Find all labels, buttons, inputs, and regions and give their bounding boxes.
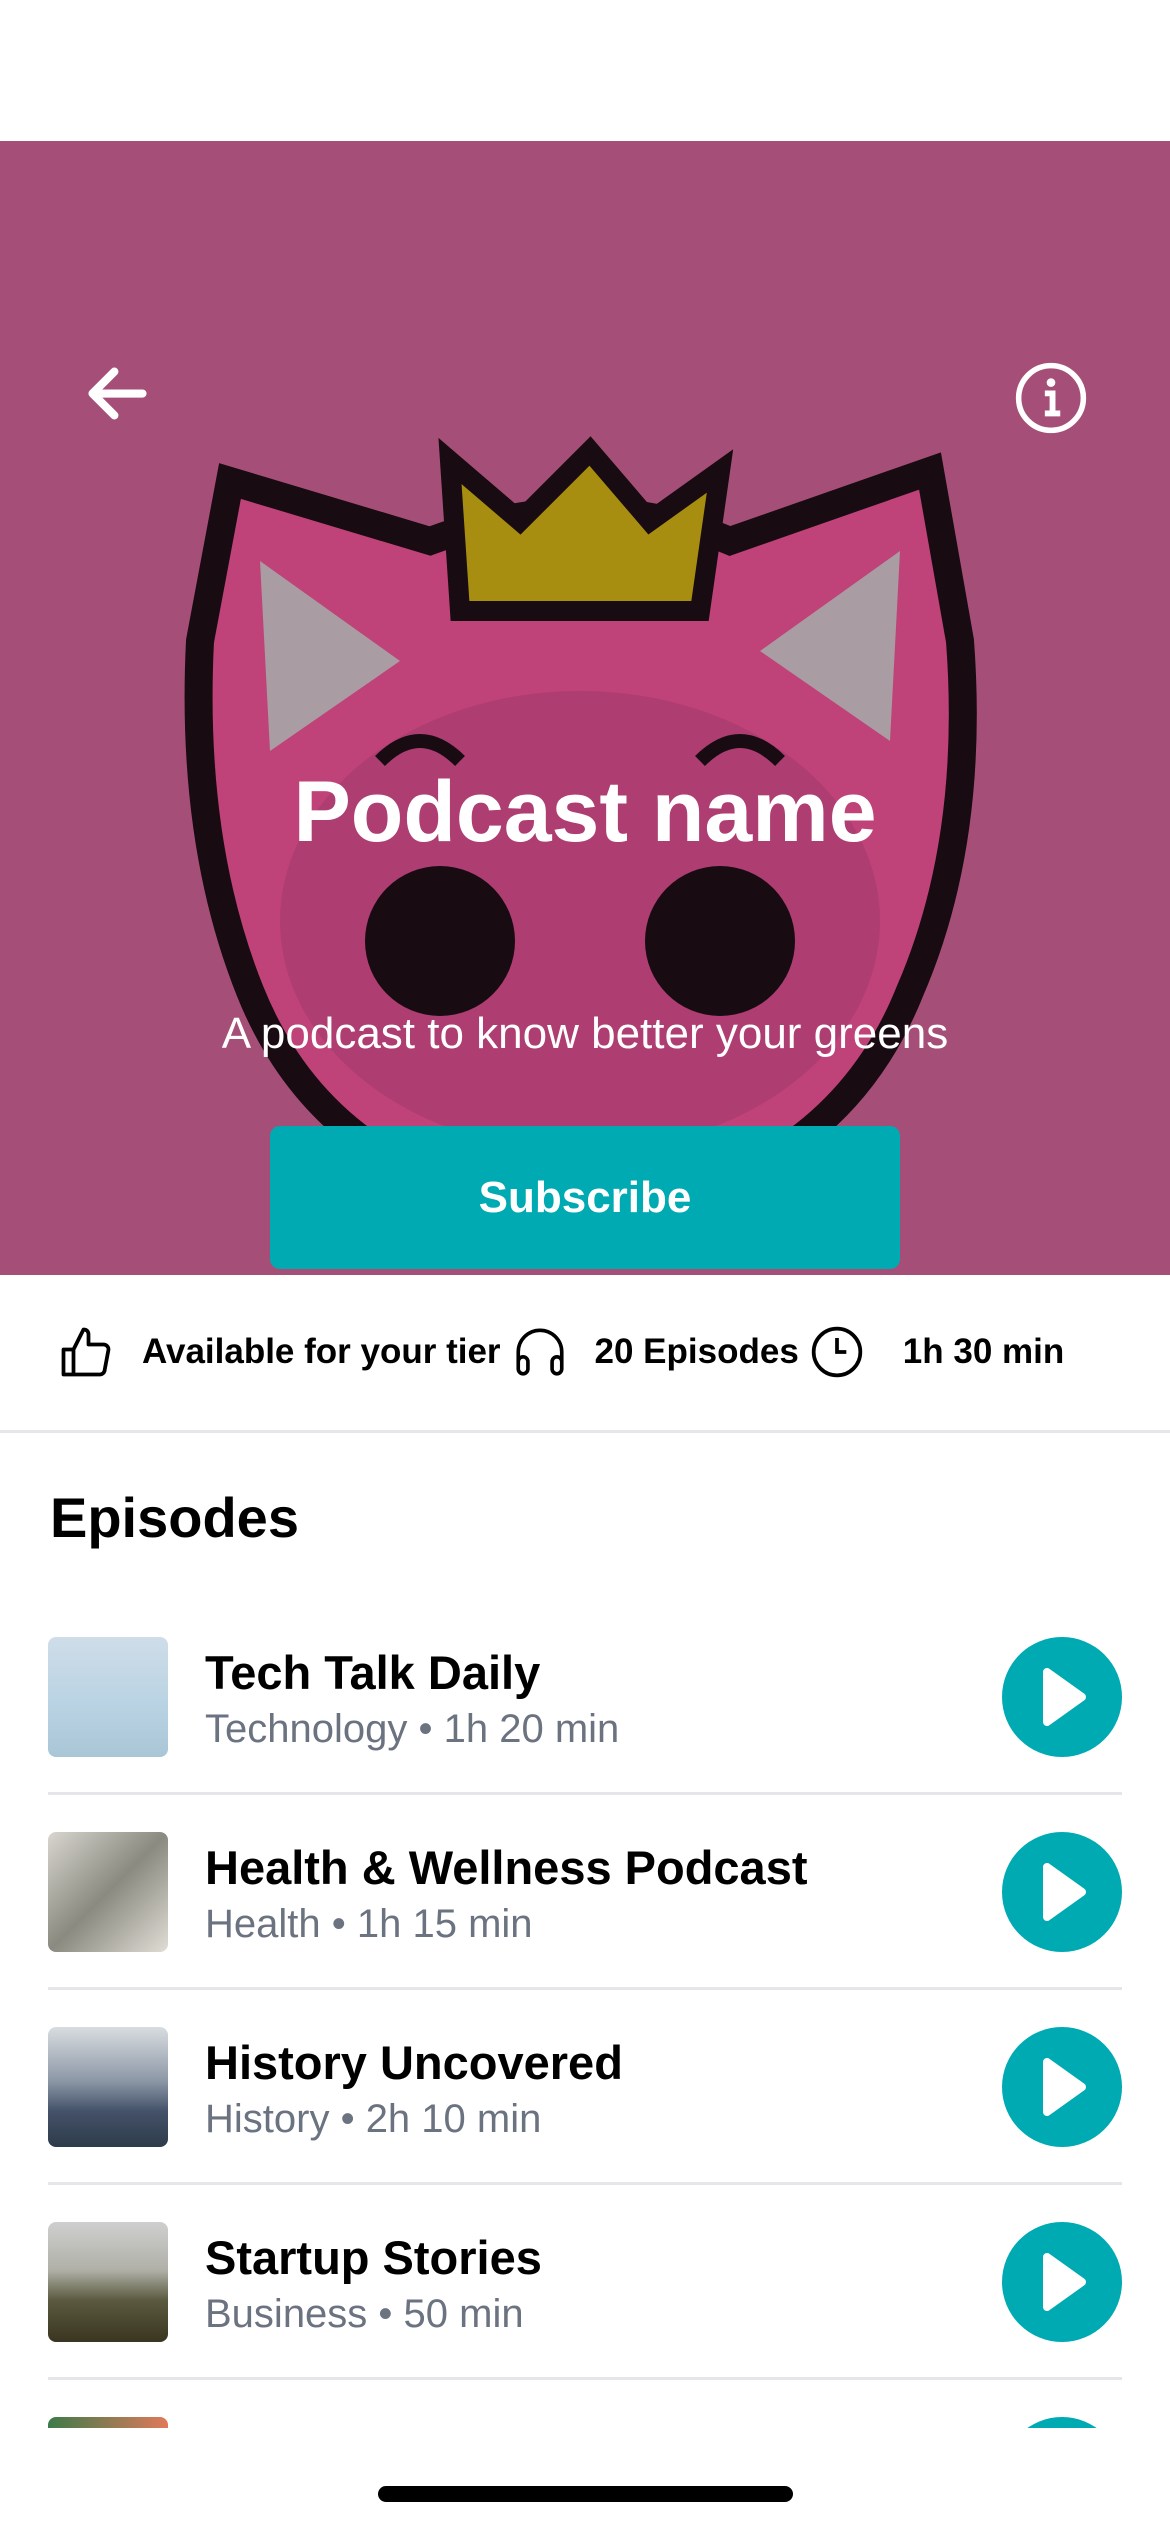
episode-meta: Technology • 1h 20 min bbox=[205, 1707, 619, 1752]
meta-separator: • bbox=[407, 1707, 444, 1751]
episode-title: Startup Stories bbox=[205, 2231, 542, 2284]
episode-meta: History • 2h 10 min bbox=[205, 2097, 541, 2142]
episode-meta: Business • 50 min bbox=[205, 2292, 524, 2337]
episode-row[interactable]: Startup Stories Business • 50 min bbox=[48, 2222, 1122, 2417]
episode-duration: 1h 20 min bbox=[443, 1707, 620, 1751]
episode-row-partial[interactable] bbox=[48, 2417, 1122, 2428]
episode-category: History bbox=[205, 2097, 330, 2141]
episodes-heading: Episodes bbox=[50, 1486, 299, 1549]
episode-meta: Health • 1h 15 min bbox=[205, 1902, 533, 1947]
meta-separator: • bbox=[367, 2292, 404, 2336]
divider bbox=[48, 2182, 1122, 2185]
episode-duration: 2h 10 min bbox=[365, 2097, 542, 2141]
episode-title: History Uncovered bbox=[205, 2036, 623, 2089]
meta-separator: • bbox=[329, 2097, 366, 2141]
divider bbox=[48, 1792, 1122, 1795]
episode-thumbnail bbox=[48, 1832, 168, 1952]
episode-thumbnail bbox=[48, 2222, 168, 2342]
divider bbox=[48, 2377, 1122, 2380]
episode-row[interactable]: Tech Talk Daily Technology • 1h 20 min bbox=[48, 1637, 1122, 1832]
back-arrow-icon[interactable] bbox=[80, 356, 155, 431]
episode-category: Health bbox=[205, 1902, 321, 1946]
subscribe-button[interactable]: Subscribe bbox=[270, 1126, 900, 1269]
episode-category: Technology bbox=[205, 1707, 408, 1751]
headphones-icon bbox=[515, 1328, 564, 1376]
divider bbox=[48, 1987, 1122, 1990]
episode-duration: 1h 15 min bbox=[356, 1902, 533, 1946]
home-indicator[interactable] bbox=[378, 2486, 793, 2502]
play-button[interactable] bbox=[1002, 1832, 1122, 1952]
play-button[interactable] bbox=[1002, 2417, 1122, 2428]
tier-availability: Available for your tier bbox=[142, 1332, 501, 1371]
episode-title: Tech Talk Daily bbox=[205, 1646, 541, 1699]
podcast-hero: Podcast name A podcast to know better yo… bbox=[0, 141, 1170, 1275]
podcast-subtitle: A podcast to know better your greens bbox=[221, 1009, 949, 1058]
episode-duration: 50 min bbox=[403, 2292, 524, 2336]
episode-category: Business bbox=[205, 2292, 368, 2336]
episode-list[interactable]: Tech Talk Daily Technology • 1h 20 min H… bbox=[0, 1600, 1170, 2428]
divider bbox=[0, 1430, 1170, 1433]
episode-title: Health & Wellness Podcast bbox=[205, 1841, 808, 1894]
play-button[interactable] bbox=[1002, 2027, 1122, 2147]
episode-row[interactable]: History Uncovered History • 2h 10 min bbox=[48, 2027, 1122, 2222]
episode-thumbnail bbox=[48, 2417, 168, 2428]
thumbs-up-icon bbox=[61, 1327, 111, 1377]
episode-row[interactable]: Health & Wellness Podcast Health • 1h 15… bbox=[48, 1832, 1122, 2027]
episode-count: 20 Episodes bbox=[594, 1332, 799, 1371]
meta-separator: • bbox=[320, 1902, 357, 1946]
episode-thumbnail bbox=[48, 2027, 168, 2147]
podcast-mascot-image bbox=[184, 436, 977, 1231]
episode-thumbnail bbox=[48, 1637, 168, 1757]
play-button[interactable] bbox=[1002, 1637, 1122, 1757]
total-duration: 1h 30 min bbox=[902, 1332, 1065, 1371]
play-button[interactable] bbox=[1002, 2222, 1122, 2342]
info-icon[interactable] bbox=[1014, 361, 1088, 435]
podcast-stats: Available for your tier 20 Episodes 1h 3… bbox=[56, 1322, 1064, 1382]
clock-icon bbox=[811, 1326, 862, 1378]
podcast-title: Podcast name bbox=[293, 764, 877, 860]
